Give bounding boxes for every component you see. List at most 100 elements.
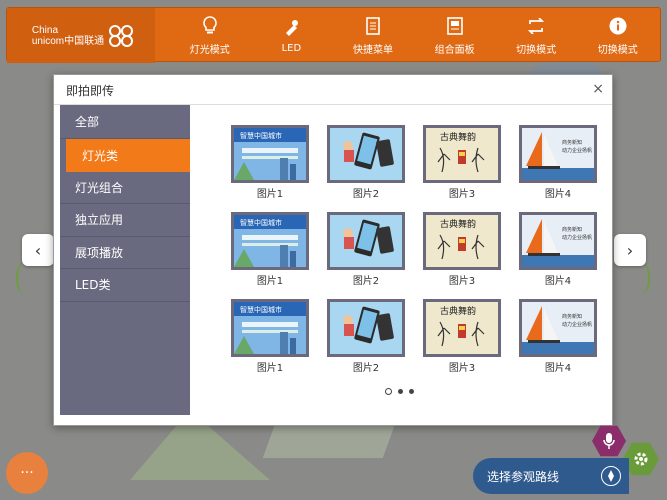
svg-text:智慧中国城市: 智慧中国城市 [240, 305, 282, 314]
top-navigation-bar: China unicom中国联通 灯光模式 LED 快捷菜单 组合面板 切换模式… [6, 7, 661, 63]
panel-icon [445, 16, 465, 36]
image-thumbnail[interactable]: 古典舞韵 [423, 212, 501, 270]
image-thumbnail[interactable]: 商务新知 动力企业扬帆 [519, 125, 597, 183]
image-thumbnail[interactable]: 智慧中国城市 [231, 125, 309, 183]
image-caption: 图片3 [448, 363, 476, 374]
category-item-light[interactable]: 灯光类 [66, 139, 196, 172]
nav-combo-panel[interactable]: 组合面板 [414, 8, 496, 63]
svg-text:动力企业扬帆: 动力企业扬帆 [562, 234, 592, 241]
image-caption: 图片1 [256, 276, 284, 287]
svg-text:动力企业扬帆: 动力企业扬帆 [562, 147, 592, 154]
switch-icon [526, 16, 546, 36]
svg-text:商务新知: 商务新知 [562, 226, 582, 233]
image-item[interactable]: 商务新知 动力企业扬帆图片4 [510, 125, 606, 200]
flashlight-icon [281, 18, 301, 38]
chevron-left-icon: ‹ [34, 240, 42, 260]
previous-arrow-button[interactable]: ‹ [22, 234, 54, 266]
more-icon: ··· [20, 465, 34, 481]
image-caption: 图片1 [256, 189, 284, 200]
svg-text:商务新知: 商务新知 [562, 313, 582, 320]
image-caption: 图片3 [448, 189, 476, 200]
category-item-led[interactable]: LED类 [60, 269, 190, 302]
svg-text:智慧中国城市: 智慧中国城市 [240, 218, 282, 227]
china-unicom-logo: China unicom中国联通 [7, 8, 155, 63]
close-icon[interactable]: × [592, 81, 604, 97]
gear-icon [634, 452, 648, 466]
image-caption: 图片4 [544, 189, 572, 200]
green-arc-decoration [634, 262, 650, 294]
category-item-exhibit[interactable]: 展项播放 [60, 237, 190, 269]
nav-quick-menu[interactable]: 快捷菜单 [332, 8, 414, 63]
modal-title: 即拍即传 [66, 84, 115, 98]
image-item[interactable]: 古典舞韵图片3 [414, 125, 510, 200]
image-thumbnail[interactable]: 智慧中国城市 [231, 212, 309, 270]
image-item[interactable]: 图片2 [318, 299, 414, 374]
nav-light-mode[interactable]: 灯光模式 [169, 8, 251, 63]
image-thumbnail[interactable] [327, 299, 405, 357]
nav-label: 组合面板 [434, 44, 475, 56]
image-thumbnail[interactable]: 古典舞韵 [423, 299, 501, 357]
svg-text:古典舞韵: 古典舞韵 [440, 131, 476, 143]
nav-label: 切换模式 [516, 44, 557, 56]
more-button[interactable]: ··· [6, 452, 48, 494]
nav-label: 灯光模式 [189, 44, 230, 56]
lightbulb-icon [200, 15, 220, 36]
page-dot[interactable] [398, 389, 403, 394]
category-sidebar: 全部 灯光类 灯光组合 独立应用 展项播放 LED类 [60, 105, 196, 415]
image-caption: 图片3 [448, 276, 476, 287]
modal-body: 全部 灯光类 灯光组合 独立应用 展项播放 LED类 智慧中国城市 图片1 图片2 古… [60, 105, 608, 415]
nav-label: LED [281, 42, 302, 54]
svg-text:古典舞韵: 古典舞韵 [440, 305, 476, 317]
page-dot[interactable] [409, 389, 414, 394]
category-item-standalone[interactable]: 独立应用 [60, 204, 190, 237]
chevron-right-icon: › [626, 240, 634, 260]
page-dot-active[interactable] [385, 388, 392, 395]
image-caption: 图片4 [544, 276, 572, 287]
nav-switch-mode[interactable]: 切换模式 [495, 8, 577, 63]
nav-label: 快捷菜单 [352, 44, 393, 56]
image-item[interactable]: 商务新知 动力企业扬帆图片4 [510, 212, 606, 287]
image-thumbnail[interactable] [327, 212, 405, 270]
image-item[interactable]: 图片2 [318, 125, 414, 200]
image-item[interactable]: 古典舞韵图片3 [414, 299, 510, 374]
document-icon [363, 16, 383, 36]
image-thumbnail[interactable]: 古典舞韵 [423, 125, 501, 183]
image-thumbnail[interactable]: 智慧中国城市 [231, 299, 309, 357]
category-item-all[interactable]: 全部 [60, 105, 190, 139]
svg-text:古典舞韵: 古典舞韵 [440, 218, 476, 230]
pagination-dots [385, 388, 414, 395]
green-arc-decoration [16, 262, 32, 294]
image-caption: 图片2 [352, 189, 380, 200]
logo-line1: China [31, 24, 59, 36]
image-caption: 图片2 [352, 276, 380, 287]
nav-switch-mode-info[interactable]: 切换模式 [577, 8, 659, 63]
top-nav: 灯光模式 LED 快捷菜单 组合面板 切换模式 切换模式 [169, 8, 659, 63]
image-item[interactable]: 智慧中国城市图片1 [222, 125, 318, 200]
category-item-light-combo[interactable]: 灯光组合 [60, 172, 190, 204]
nav-led[interactable]: LED [251, 8, 333, 63]
image-grid-area: 智慧中国城市 图片1 图片2 古典舞韵 图片3 商务新知 动力企业扬帆 图片4 智慧中国城市 图片… [190, 105, 608, 415]
image-grid: 智慧中国城市 图片1 图片2 古典舞韵 图片3 商务新知 动力企业扬帆 图片4 智慧中国城市 图片… [222, 125, 602, 374]
logo-line2: unicom中国联通 [31, 35, 105, 47]
image-item[interactable]: 古典舞韵图片3 [414, 212, 510, 287]
nav-label: 切换模式 [597, 44, 638, 56]
image-caption: 图片4 [544, 363, 572, 374]
photo-upload-modal: 即拍即传 × 全部 灯光类 灯光组合 独立应用 展项播放 LED类 智慧中国城市… [53, 74, 613, 426]
image-item[interactable]: 智慧中国城市图片1 [222, 299, 318, 374]
svg-text:动力企业扬帆: 动力企业扬帆 [562, 321, 592, 328]
svg-text:商务新知: 商务新知 [562, 139, 582, 146]
knot-icon [109, 24, 134, 47]
image-thumbnail[interactable] [327, 125, 405, 183]
route-select-bar[interactable]: 选择参观路线 [473, 458, 629, 494]
image-caption: 图片1 [256, 363, 284, 374]
image-item[interactable]: 智慧中国城市图片1 [222, 212, 318, 287]
svg-text:智慧中国城市: 智慧中国城市 [240, 131, 282, 140]
image-item[interactable]: 商务新知 动力企业扬帆图片4 [510, 299, 606, 374]
next-arrow-button[interactable]: › [614, 234, 646, 266]
image-item[interactable]: 图片2 [318, 212, 414, 287]
microphone-button[interactable] [592, 425, 626, 457]
image-thumbnail[interactable]: 商务新知 动力企业扬帆 [519, 299, 597, 357]
image-thumbnail[interactable]: 商务新知 动力企业扬帆 [519, 212, 597, 270]
info-icon [608, 16, 628, 36]
microphone-icon [603, 433, 615, 449]
